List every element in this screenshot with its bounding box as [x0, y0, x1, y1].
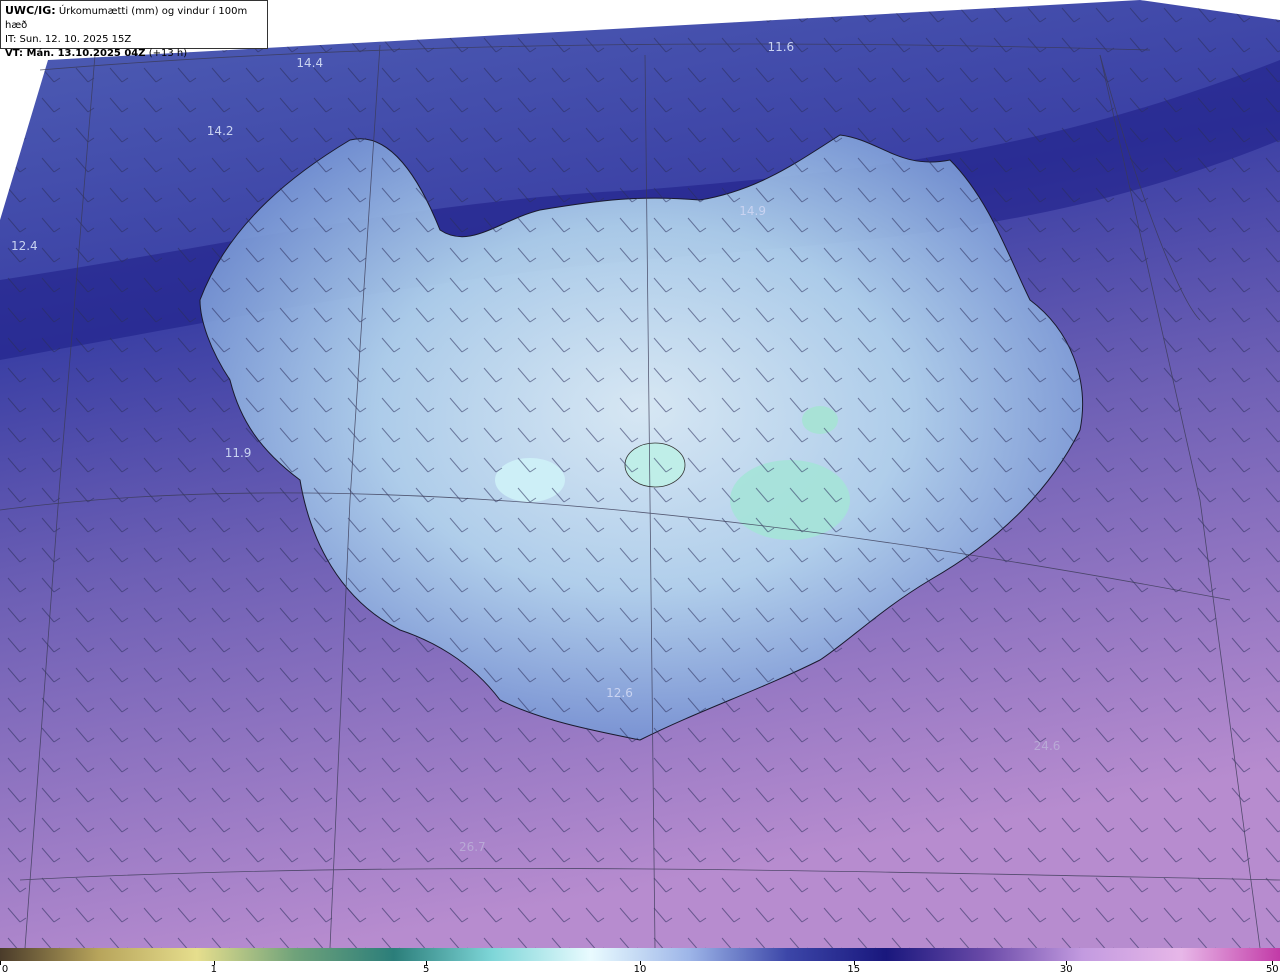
map-value-label: 26.7	[458, 839, 486, 854]
colorbar-tick-label: 1	[210, 964, 217, 975]
map-header: UWC/IG: Úrkomumætti (mm) og vindur í 100…	[0, 0, 268, 59]
map-value-label: 12.6	[606, 685, 633, 700]
weather-map: UWC/IG: Úrkomumætti (mm) og vindur í 100…	[0, 0, 1280, 948]
colorbar-tick-label: 10	[633, 964, 647, 975]
map-value-label: 14.2	[206, 123, 234, 138]
colorbar-tick-label: 5	[423, 964, 430, 975]
model-title: UWC/IG:	[5, 4, 56, 17]
map-value-label: 12.4	[10, 239, 38, 254]
map-value-label: 14.9	[739, 204, 766, 219]
colorbar-tick-label: 50	[1265, 964, 1279, 975]
issue-time: IT: Sun. 12. 10. 2025 15Z	[5, 34, 132, 45]
map-value-label: 24.6	[1033, 739, 1061, 754]
forecast-offset: (+13 h)	[145, 48, 188, 59]
colorbar-gradient	[0, 948, 1280, 961]
wind-barbs	[0, 0, 1280, 948]
map-value-label: 11.9	[224, 446, 252, 461]
valid-time: VT: Mán. 13.10.2025 04Z	[5, 48, 146, 59]
colorbar: 0 1 5 10 15 30 50	[0, 948, 1280, 978]
colorbar-tick-label: 15	[847, 964, 861, 975]
colorbar-tick-label: 0	[1, 964, 9, 975]
map-value-label: 11.6	[767, 40, 795, 55]
colorbar-tick-label: 30	[1059, 964, 1073, 975]
map-value-label: 14.4	[296, 55, 324, 70]
map-canvas	[0, 0, 1280, 948]
